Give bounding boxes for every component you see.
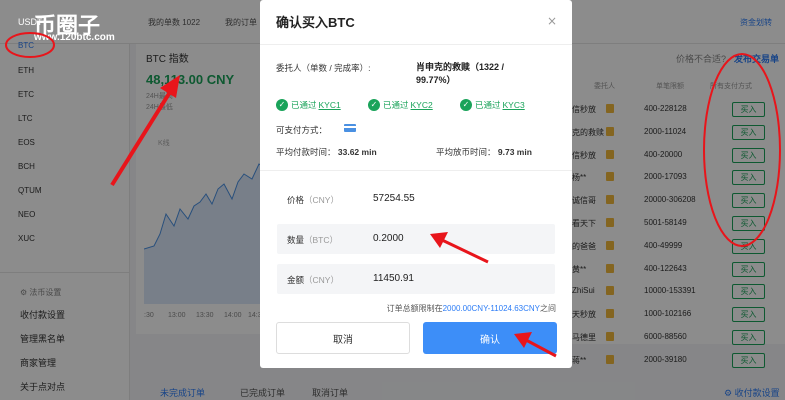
kyc3-badge: ✓ 已通过 KYC3	[460, 98, 525, 112]
avg-pay-time: 平均付款时间： 33.62 min	[276, 147, 377, 157]
trustor-value: 肖申克的救赎（1322 / 99.77%）	[416, 62, 505, 85]
trustor-label: 委托人（单数 / 完成率）:	[276, 63, 371, 73]
dialog-divider	[260, 44, 572, 45]
kyc1-badge: ✓ 已通过 KYC1	[276, 98, 341, 112]
dialog-divider	[260, 170, 572, 171]
check-icon: ✓	[368, 99, 380, 111]
avg-release-time: 平均放币时间： 9.73 min	[436, 147, 532, 157]
check-icon: ✓	[276, 99, 288, 111]
close-icon[interactable]: ×	[547, 14, 557, 28]
dialog-title: 确认买入BTC	[276, 15, 355, 30]
order-limit-note: 订单总额限制在2000.00CNY-11024.63CNY之间	[386, 304, 556, 313]
site-url: www.120btc.com	[34, 32, 115, 43]
kyc2-badge: ✓ 已通过 KYC2	[368, 98, 433, 112]
check-icon: ✓	[460, 99, 472, 111]
payment-methods-label: 可支付方式：	[276, 125, 328, 135]
amount-input[interactable]: 金额（CNY） 11450.91	[277, 264, 555, 294]
confirm-buy-dialog: 确认买入BTC × 委托人（单数 / 完成率）: 肖申克的救赎（1322 / 9…	[260, 0, 572, 368]
confirm-button[interactable]: 确认	[423, 322, 557, 354]
usdt-tab[interactable]: USDT	[18, 17, 43, 27]
price-field: 价格（CNY） 57254.55	[277, 184, 555, 214]
bank-card-icon	[344, 124, 356, 132]
cancel-button[interactable]: 取消	[276, 322, 410, 354]
quantity-input[interactable]: 数量（BTC） 0.2000	[277, 224, 555, 254]
